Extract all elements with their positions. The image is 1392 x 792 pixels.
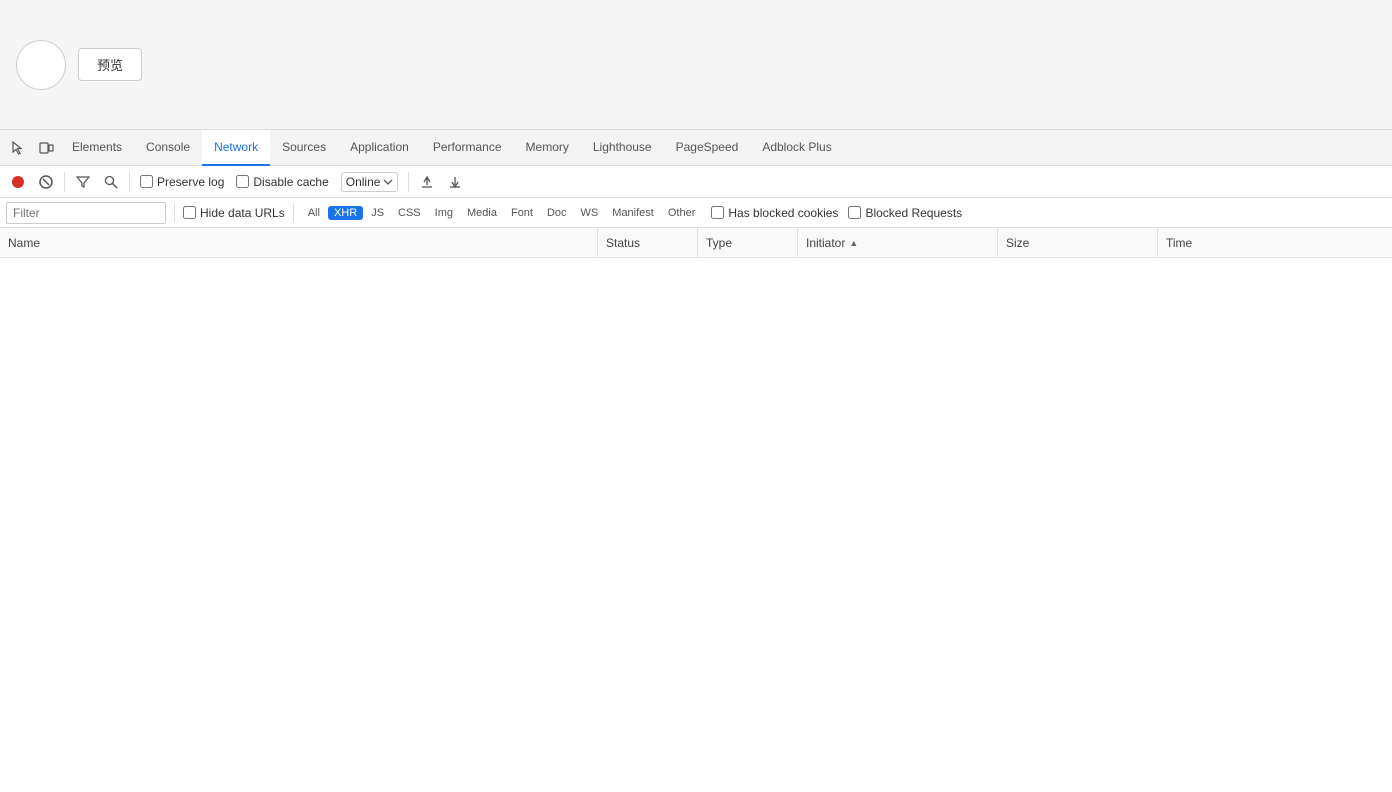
filter-css[interactable]: CSS (392, 206, 427, 220)
filter-separator (174, 204, 175, 222)
toolbar-separator-1 (64, 172, 65, 192)
online-label: Online (346, 175, 381, 189)
filter-xhr[interactable]: XHR (328, 206, 363, 220)
column-header-time[interactable]: Time (1158, 228, 1392, 257)
blocked-requests-text: Blocked Requests (865, 206, 962, 220)
network-toolbar: Preserve log Disable cache Online (0, 166, 1392, 198)
blocked-requests-checkbox[interactable] (848, 206, 861, 219)
filter-ws[interactable]: WS (575, 206, 605, 220)
search-icon[interactable] (99, 170, 123, 194)
has-blocked-cookies-label[interactable]: Has blocked cookies (711, 206, 838, 220)
network-table: Name Status Type Initiator ▲ Size Time (0, 228, 1392, 792)
filter-icon[interactable] (71, 170, 95, 194)
device-toggle-icon[interactable] (32, 134, 60, 162)
hide-data-urls-checkbox[interactable] (183, 206, 196, 219)
filter-img[interactable]: Img (429, 206, 459, 220)
sort-arrow-icon: ▲ (849, 238, 858, 248)
table-header: Name Status Type Initiator ▲ Size Time (0, 228, 1392, 258)
export-har-button[interactable] (443, 170, 467, 194)
devtools-panel: Elements Console Network Sources Applica… (0, 130, 1392, 792)
preview-button[interactable]: 预览 (78, 48, 142, 81)
filter-doc[interactable]: Doc (541, 206, 573, 220)
column-header-initiator[interactable]: Initiator ▲ (798, 228, 998, 257)
inspect-element-icon[interactable] (4, 134, 32, 162)
filter-media[interactable]: Media (461, 206, 503, 220)
filter-other[interactable]: Other (662, 206, 702, 220)
hide-data-urls-label[interactable]: Hide data URLs (183, 206, 285, 220)
tab-network[interactable]: Network (202, 130, 270, 166)
preserve-log-label: Preserve log (157, 175, 224, 189)
tab-console[interactable]: Console (134, 130, 202, 166)
filter-manifest[interactable]: Manifest (606, 206, 660, 220)
blocked-requests-label[interactable]: Blocked Requests (848, 206, 962, 220)
column-header-size[interactable]: Size (998, 228, 1158, 257)
hide-data-urls-text: Hide data URLs (200, 206, 285, 220)
has-blocked-cookies-checkbox[interactable] (711, 206, 724, 219)
tab-lighthouse[interactable]: Lighthouse (581, 130, 664, 166)
filter-font[interactable]: Font (505, 206, 539, 220)
tab-application[interactable]: Application (338, 130, 421, 166)
devtools-tab-bar: Elements Console Network Sources Applica… (0, 130, 1392, 166)
filter-all[interactable]: All (302, 206, 326, 220)
network-filter-bar: Hide data URLs All XHR JS CSS Img Media … (0, 198, 1392, 228)
initiator-label: Initiator (806, 236, 845, 250)
column-header-name[interactable]: Name (0, 228, 598, 257)
preserve-log-checkbox[interactable] (140, 175, 153, 188)
tab-adblock[interactable]: Adblock Plus (750, 130, 843, 166)
avatar (16, 40, 66, 90)
filter-separator-2 (293, 204, 294, 222)
column-header-type[interactable]: Type (698, 228, 798, 257)
preserve-log-checkbox-label[interactable]: Preserve log (136, 175, 228, 189)
filter-type-buttons: All XHR JS CSS Img Media Font Doc WS Man… (302, 206, 702, 220)
disable-cache-checkbox[interactable] (236, 175, 249, 188)
tab-sources[interactable]: Sources (270, 130, 338, 166)
tab-pagespeed[interactable]: PageSpeed (664, 130, 751, 166)
chevron-down-icon (383, 179, 393, 185)
tab-performance[interactable]: Performance (421, 130, 514, 166)
filter-js[interactable]: JS (365, 206, 390, 220)
throttle-select[interactable]: Online (341, 172, 399, 192)
import-har-button[interactable] (415, 170, 439, 194)
tab-memory[interactable]: Memory (514, 130, 581, 166)
clear-button[interactable] (34, 170, 58, 194)
browser-top: 预览 (0, 0, 1392, 130)
filter-input[interactable] (13, 206, 159, 220)
disable-cache-label: Disable cache (253, 175, 328, 189)
toolbar-separator-2 (129, 172, 130, 192)
has-blocked-cookies-text: Has blocked cookies (728, 206, 838, 220)
tab-elements[interactable]: Elements (60, 130, 134, 166)
filter-input-wrapper (6, 202, 166, 224)
table-body (0, 258, 1392, 792)
record-button[interactable] (6, 170, 30, 194)
toolbar-separator-3 (408, 172, 409, 192)
column-header-status[interactable]: Status (598, 228, 698, 257)
disable-cache-checkbox-label[interactable]: Disable cache (232, 175, 332, 189)
